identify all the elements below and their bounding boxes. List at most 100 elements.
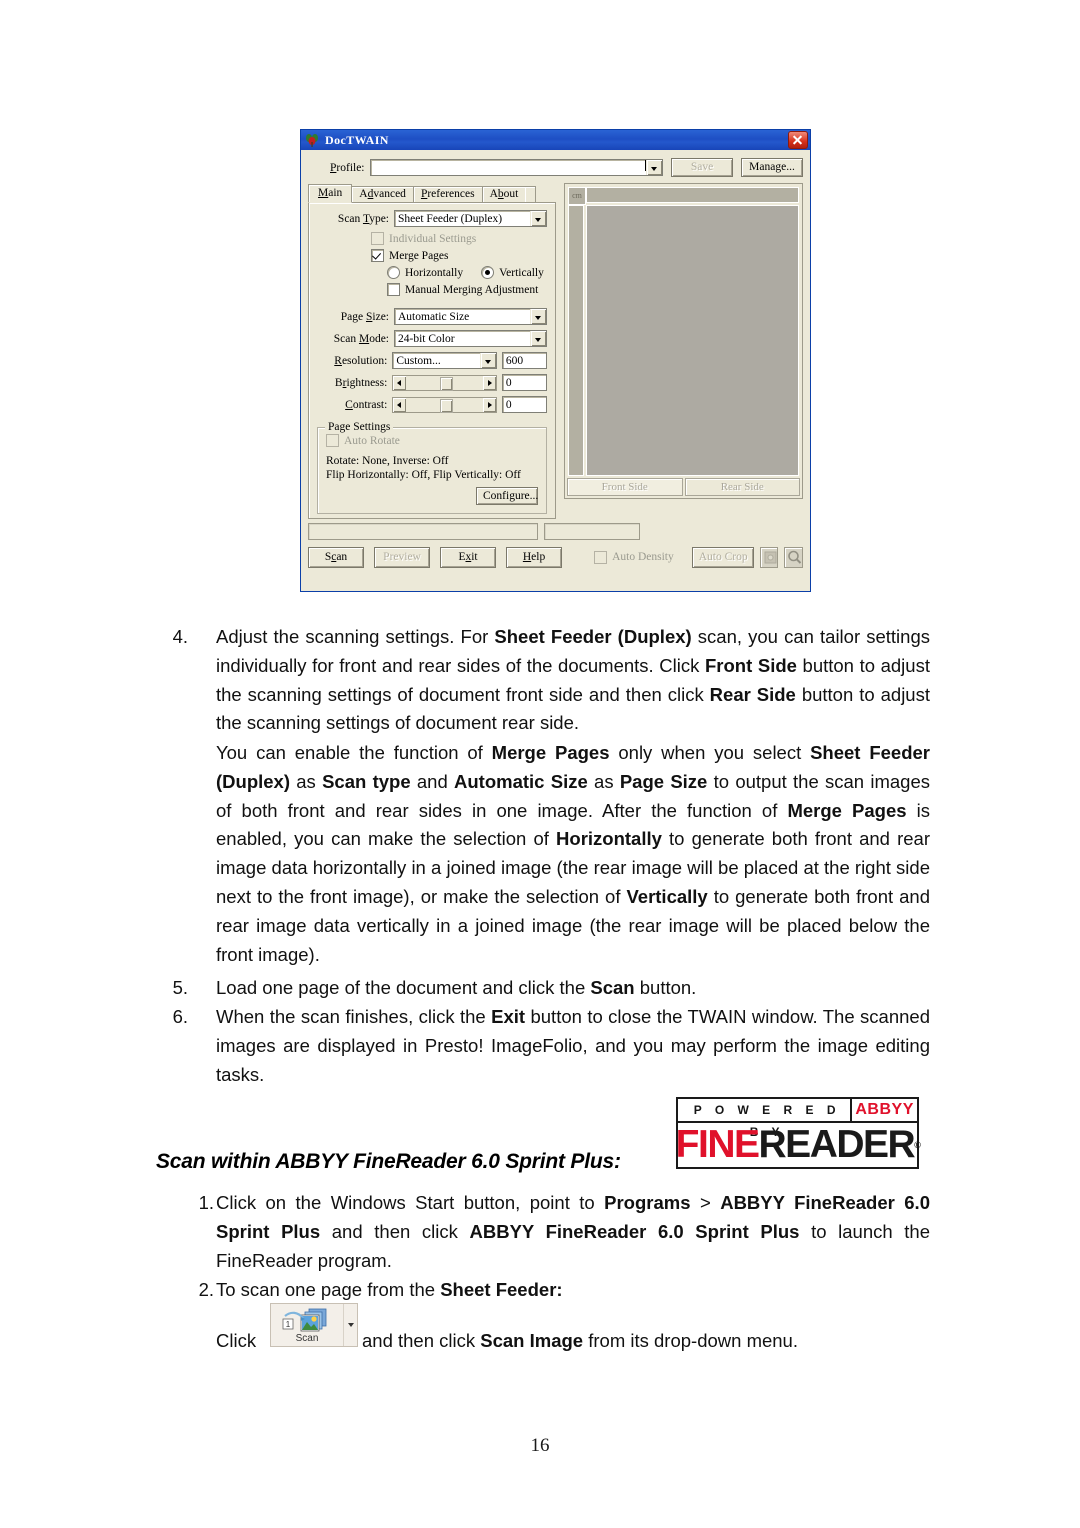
save-button[interactable]: Save bbox=[671, 158, 733, 177]
resolution-select[interactable]: Custom... bbox=[392, 352, 497, 369]
manual-merging-checkbox[interactable] bbox=[387, 283, 400, 296]
paragraph-finereader-step-1: Click on the Windows Start button, point… bbox=[216, 1189, 930, 1275]
auto-rotate-row[interactable]: Auto Rotate bbox=[326, 434, 538, 447]
chevron-down-icon[interactable] bbox=[530, 331, 546, 346]
click-prefix: Click bbox=[216, 1330, 257, 1351]
rotate-summary: Rotate: None, Inverse: Off bbox=[326, 455, 449, 467]
chevron-down-icon[interactable] bbox=[646, 160, 662, 175]
contrast-decrease-icon[interactable] bbox=[393, 397, 407, 412]
profile-combo[interactable] bbox=[369, 159, 663, 176]
body-text: and then click bbox=[320, 1220, 470, 1242]
horizontally-radio[interactable] bbox=[387, 266, 400, 279]
individual-settings-checkbox[interactable] bbox=[371, 232, 384, 245]
contrast-increase-icon[interactable] bbox=[482, 397, 496, 412]
dialog-title-bar[interactable]: DocTWAIN bbox=[301, 130, 810, 150]
main-tab-panel: Scan Type: Sheet Feeder (Duplex) Individ… bbox=[308, 203, 556, 519]
scan-button[interactable]: Scan bbox=[308, 546, 365, 568]
body-text: Load one page of the document and click … bbox=[216, 977, 591, 998]
tab-advanced[interactable]: Advanced bbox=[351, 186, 414, 202]
settings-tool-icon[interactable] bbox=[759, 546, 779, 568]
brightness-decrease-icon[interactable] bbox=[393, 375, 407, 390]
preview-frame: cm Front Side Rear Side bbox=[564, 183, 803, 499]
tab-preferences[interactable]: Preferences bbox=[412, 186, 483, 202]
body-text: You can enable the function of bbox=[216, 742, 492, 763]
emphasis-text: Sheet Feeder: bbox=[440, 1279, 563, 1300]
scan-dropdown-arrow-icon[interactable] bbox=[343, 1304, 357, 1346]
profile-row: Profile: Save Manage... bbox=[330, 158, 803, 177]
status-bar bbox=[308, 523, 803, 540]
emphasis-text: Scan type bbox=[322, 770, 411, 792]
page-settings-title: Page Settings bbox=[325, 421, 394, 433]
brightness-slider[interactable] bbox=[392, 374, 497, 391]
body-text: and bbox=[410, 770, 455, 792]
manage-button[interactable]: Manage... bbox=[741, 158, 803, 177]
page-size-row: Page Size: Automatic Size bbox=[317, 308, 547, 325]
emphasis-text: Horizontally bbox=[556, 828, 662, 850]
scan-mode-value: 24-bit Color bbox=[398, 333, 455, 345]
manual-merging-label: Manual Merging Adjustment bbox=[405, 283, 539, 296]
horizontal-ruler bbox=[586, 187, 799, 203]
scan-button-face[interactable]: 1 Scan bbox=[271, 1304, 343, 1346]
preview-button[interactable]: Preview bbox=[374, 546, 431, 568]
magnifier-tool-icon[interactable] bbox=[784, 546, 803, 568]
tab-strip-filler bbox=[525, 186, 537, 202]
contrast-row: Contrast: 0 bbox=[317, 396, 547, 413]
help-button[interactable]: Help bbox=[506, 546, 563, 568]
close-icon[interactable] bbox=[788, 131, 808, 149]
page-size-value: Automatic Size bbox=[398, 311, 470, 323]
logo-top-band: P O W E R E D B Y ABBYY bbox=[678, 1099, 917, 1139]
auto-rotate-checkbox[interactable] bbox=[326, 434, 339, 447]
tab-about[interactable]: About bbox=[481, 186, 527, 202]
auto-crop-button[interactable]: Auto Crop bbox=[691, 546, 754, 568]
scan-mode-select[interactable]: 24-bit Color bbox=[394, 330, 547, 347]
emphasis-text: Page Size bbox=[619, 770, 708, 792]
resolution-dpi-input[interactable]: 600 bbox=[501, 352, 547, 369]
brightness-value[interactable]: 0 bbox=[501, 374, 547, 391]
vertically-radio[interactable] bbox=[481, 266, 495, 279]
dialog-panes: Main Advanced Preferences About Scan Typ… bbox=[308, 183, 803, 519]
auto-density-row[interactable]: Auto Density bbox=[594, 550, 674, 564]
abbyy-brand-text: ABBYY bbox=[850, 1099, 917, 1121]
finereader-scan-toolbar-button[interactable]: 1 Scan bbox=[270, 1303, 358, 1347]
manual-merging-row[interactable]: Manual Merging Adjustment bbox=[387, 283, 547, 296]
rear-side-button[interactable]: Rear Side bbox=[684, 478, 800, 496]
brightness-increase-icon[interactable] bbox=[482, 375, 496, 390]
paragraph-step-6: When the scan finishes, click the Exit b… bbox=[216, 1003, 930, 1089]
scan-type-label: Scan Type: bbox=[337, 212, 389, 225]
merge-pages-label: Merge Pages bbox=[389, 249, 449, 262]
page-settings-group: Page Settings Auto Rotate Rotate: None, … bbox=[317, 421, 547, 514]
configure-button[interactable]: Configure... bbox=[476, 487, 538, 505]
paragraph-step-4-continued: You can enable the function of Merge Pag… bbox=[216, 739, 930, 969]
scan-mode-row: Scan Mode: 24-bit Color bbox=[317, 330, 547, 347]
body-text: as bbox=[290, 770, 323, 792]
merge-pages-row[interactable]: Merge Pages bbox=[371, 249, 547, 262]
brightness-track[interactable] bbox=[406, 375, 483, 391]
contrast-slider[interactable] bbox=[392, 396, 497, 413]
chevron-down-icon[interactable] bbox=[479, 353, 496, 368]
chevron-down-icon[interactable] bbox=[530, 211, 546, 226]
exit-button[interactable]: Exit bbox=[440, 546, 497, 568]
merge-pages-checkbox[interactable] bbox=[371, 249, 384, 262]
contrast-value[interactable]: 0 bbox=[501, 396, 547, 413]
abbyy-finereader-logo: P O W E R E D B Y ABBYY FINE READER ® bbox=[676, 1097, 921, 1169]
tab-strip: Main Advanced Preferences About bbox=[308, 183, 556, 203]
scan-type-select[interactable]: Sheet Feeder (Duplex) bbox=[394, 210, 547, 227]
individual-settings-row[interactable]: Individual Settings bbox=[371, 232, 547, 245]
list-number-5: 5. bbox=[172, 977, 188, 998]
contrast-thumb[interactable] bbox=[440, 398, 454, 413]
list-number-2: 2. bbox=[198, 1279, 214, 1300]
page-number: 16 bbox=[530, 1435, 550, 1456]
tab-main[interactable]: Main bbox=[308, 184, 353, 203]
dialog-body: Profile: Save Manage... Main Advanced Pr… bbox=[301, 150, 810, 591]
list-number-4: 4. bbox=[172, 626, 188, 647]
chevron-down-icon[interactable] bbox=[530, 309, 546, 324]
contrast-track[interactable] bbox=[406, 397, 483, 413]
preview-canvas[interactable] bbox=[586, 205, 799, 476]
status-cell-left bbox=[308, 523, 538, 540]
auto-density-checkbox[interactable] bbox=[594, 550, 608, 564]
brightness-thumb[interactable] bbox=[440, 376, 454, 391]
ruler-unit-label[interactable]: cm bbox=[568, 187, 586, 205]
contrast-label: Contrast: bbox=[345, 398, 388, 411]
front-side-button[interactable]: Front Side bbox=[567, 478, 683, 496]
page-size-select[interactable]: Automatic Size bbox=[394, 308, 547, 325]
